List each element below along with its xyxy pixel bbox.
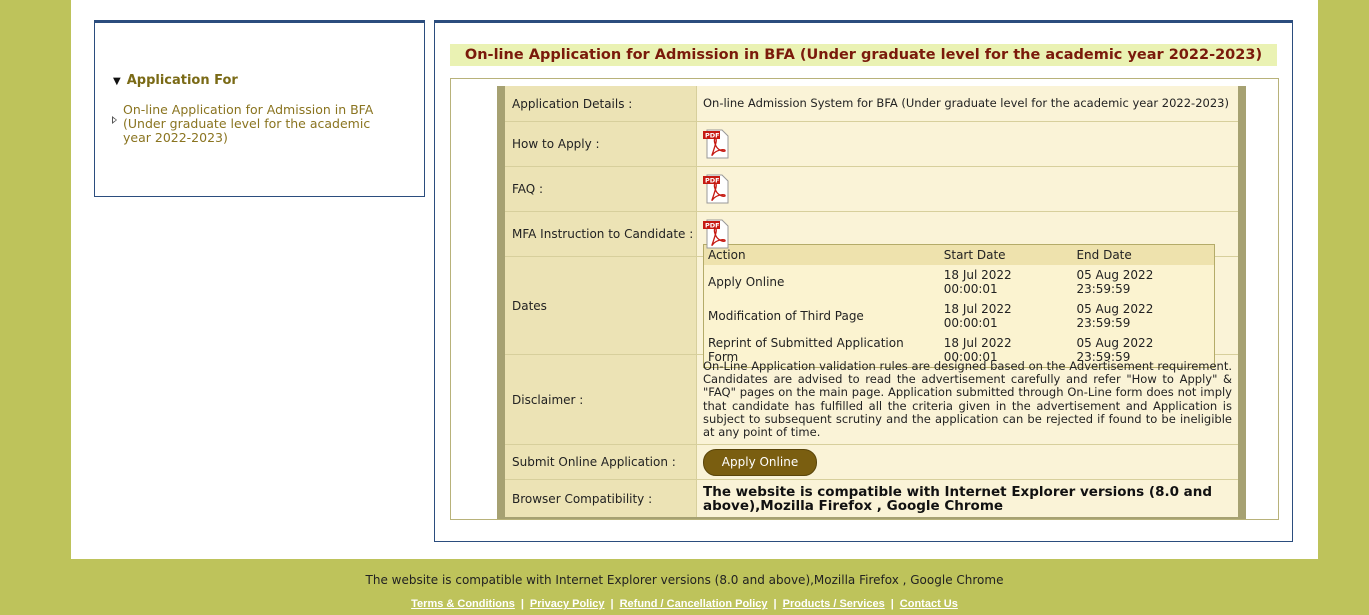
sidebar: ▼ Application For On-line Application for… (94, 20, 425, 197)
pdf-icon[interactable]: PDF (703, 219, 731, 249)
mfa-instruction-label: MFA Instruction to Candidate : (505, 212, 697, 256)
pdf-icon[interactable]: PDF (703, 129, 731, 159)
page-title: On-line Application for Admission in BFA… (450, 44, 1277, 66)
row-disclaimer: Disclaimer : On-Line Application validat… (505, 355, 1238, 445)
footer-separator: | (773, 598, 777, 610)
privacy-link[interactable]: Privacy Policy (530, 598, 605, 610)
end-date-cell: 05 Aug 2022 23:59:59 (1076, 267, 1154, 296)
triangle-down-icon: ▼ (113, 76, 121, 87)
header-action: Action (703, 244, 940, 265)
footer-separator: | (890, 598, 894, 610)
products-link[interactable]: Products / Services (783, 598, 885, 610)
pdf-icon[interactable]: PDF (703, 174, 731, 204)
svg-text:PDF: PDF (705, 222, 720, 230)
svg-text:PDF: PDF (705, 132, 720, 140)
end-date-cell: 05 Aug 2022 23:59:59 (1076, 301, 1154, 330)
row-faq: FAQ : PDF (505, 167, 1238, 212)
browser-compatibility-label: Browser Compatibility : (505, 480, 697, 517)
disclaimer-text: On-Line Application validation rules are… (703, 358, 1232, 439)
application-container: Application Details : On-line Admission … (450, 78, 1279, 520)
main-panel: On-line Application for Admission in BFA… (434, 20, 1293, 542)
how-to-apply-cell: PDF (697, 122, 1238, 166)
sidebar-heading[interactable]: ▼ Application For (113, 73, 238, 88)
triangle-right-icon (112, 116, 117, 124)
footer-separator: | (610, 598, 614, 610)
table-row: Apply Online 18 Jul 2022 00:00:01 05 Aug… (704, 265, 1215, 299)
terms-link[interactable]: Terms & Conditions (411, 598, 515, 610)
start-date-cell: 18 Jul 2022 00:00:01 (943, 267, 1012, 296)
row-dates: Dates Action Start Date End Date Apply O… (505, 243, 1238, 368)
faq-cell: PDF (697, 167, 1238, 211)
table-row: Modification of Third Page 18 Jul 2022 0… (704, 299, 1215, 333)
row-browser-compatibility: Browser Compatibility : The website is c… (505, 480, 1238, 517)
disclaimer-label: Disclaimer : (505, 355, 697, 444)
application-details-value: On-line Admission System for BFA (Under … (703, 96, 1229, 110)
start-date-cell: 18 Jul 2022 00:00:01 (943, 301, 1012, 330)
footer-separator: | (520, 598, 524, 610)
svg-text:PDF: PDF (705, 177, 720, 185)
row-submit-application: Submit Online Application : Apply Online (505, 445, 1238, 480)
faq-label: FAQ : (505, 167, 697, 211)
row-application-details: Application Details : On-line Admission … (505, 86, 1238, 122)
dates-table: Action Start Date End Date Apply Online … (703, 243, 1215, 368)
contact-link[interactable]: Contact Us (900, 598, 958, 610)
header-end-date: End Date (1072, 244, 1215, 265)
table-header-row: Action Start Date End Date (703, 244, 1215, 265)
application-details-table: Application Details : On-line Admission … (497, 86, 1246, 519)
how-to-apply-label: How to Apply : (505, 122, 697, 166)
action-cell: Apply Online (708, 274, 785, 289)
sidebar-heading-label: Application For (126, 73, 238, 88)
header-start-date: Start Date (939, 244, 1073, 265)
browser-compatibility-cell: The website is compatible with Internet … (697, 480, 1238, 517)
submit-application-cell: Apply Online (697, 445, 1238, 479)
refund-link[interactable]: Refund / Cancellation Policy (620, 598, 768, 610)
sidebar-item-label[interactable]: On-line Application for Admission in BFA… (123, 102, 373, 145)
dates-label: Dates (505, 257, 697, 354)
application-details-label: Application Details : (505, 86, 697, 121)
submit-application-label: Submit Online Application : (505, 445, 697, 479)
sidebar-item-bfa-application[interactable]: On-line Application for Admission in BFA… (112, 102, 393, 145)
disclaimer-cell: On-Line Application validation rules are… (697, 355, 1238, 444)
dates-cell: Action Start Date End Date Apply Online … (697, 243, 1238, 368)
footer-links: Terms & Conditions | Privacy Policy | Refund… (0, 598, 1369, 610)
apply-online-button[interactable]: Apply Online (703, 448, 817, 476)
row-how-to-apply: How to Apply : PDF (505, 122, 1238, 167)
footer-compatibility-text: The website is compatible with Internet … (365, 573, 1004, 587)
browser-compatibility-text: The website is compatible with Internet … (703, 483, 1213, 514)
page-container: ▼ Application For On-line Application for… (71, 0, 1318, 559)
action-cell: Modification of Third Page (708, 308, 864, 323)
